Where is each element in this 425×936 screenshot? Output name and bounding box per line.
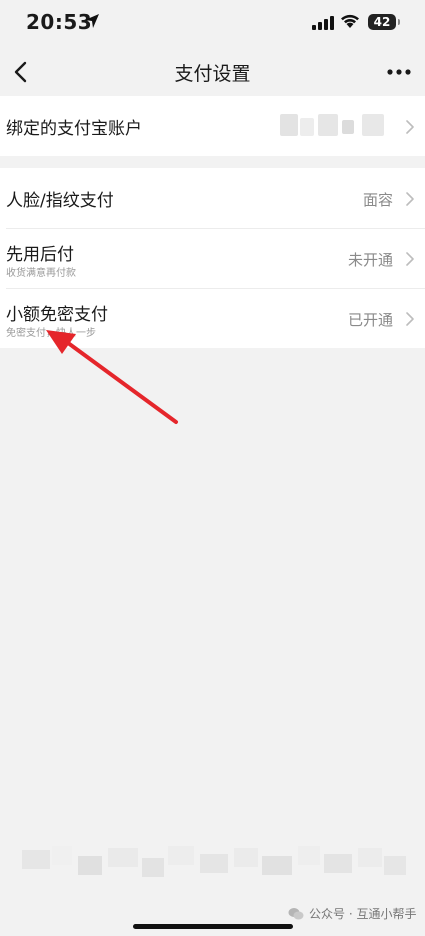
chevron-right-icon: [406, 312, 414, 326]
nav-bar: 支付设置: [0, 48, 425, 96]
row-pay-later[interactable]: 先用后付 收货满意再付款 未开通: [0, 228, 425, 288]
row-subtitle: 收货满意再付款: [6, 268, 76, 279]
more-button[interactable]: [381, 58, 417, 86]
row-value: 未开通: [347, 251, 393, 269]
payment-options-group: 人脸/指纹支付 面容 先用后付 收货满意再付款 未开通 小额免密支付 免密支付，…: [0, 168, 425, 348]
status-time: 20:53: [26, 10, 93, 34]
masked-account-value: [280, 114, 390, 136]
blurred-banner: [22, 846, 412, 884]
row-title: 先用后付: [6, 245, 74, 265]
row-face-fingerprint-pay[interactable]: 人脸/指纹支付 面容: [0, 168, 425, 228]
chevron-right-icon: [406, 192, 414, 206]
location-arrow-icon: [85, 14, 99, 28]
account-group: 绑定的支付宝账户: [0, 96, 425, 156]
wechat-icon: [288, 907, 304, 919]
row-subtitle: 免密支付，快人一步: [6, 328, 96, 339]
page-title: 支付设置: [174, 63, 251, 85]
more-dots-icon: [387, 69, 411, 75]
watermark: 公众号 · 互通小帮手: [288, 905, 416, 922]
row-value: 已开通: [347, 311, 393, 329]
chevron-right-icon: [406, 120, 414, 134]
row-value: 面容: [362, 191, 393, 209]
wifi-icon: [341, 14, 359, 28]
cellular-signal-icon: [312, 16, 334, 30]
battery-icon: 42: [368, 14, 400, 30]
row-title: 绑定的支付宝账户: [6, 119, 142, 139]
chevron-right-icon: [406, 252, 414, 266]
watermark-text: 公众号 · 互通小帮手: [309, 907, 417, 921]
home-indicator[interactable]: [133, 924, 293, 929]
row-title: 人脸/指纹支付: [6, 191, 114, 211]
row-title: 小额免密支付: [6, 305, 108, 325]
status-bar: 20:53 42: [0, 0, 425, 48]
row-small-password-free-pay[interactable]: 小额免密支付 免密支付，快人一步 已开通: [0, 288, 425, 348]
row-bound-alipay-account[interactable]: 绑定的支付宝账户: [0, 96, 425, 156]
